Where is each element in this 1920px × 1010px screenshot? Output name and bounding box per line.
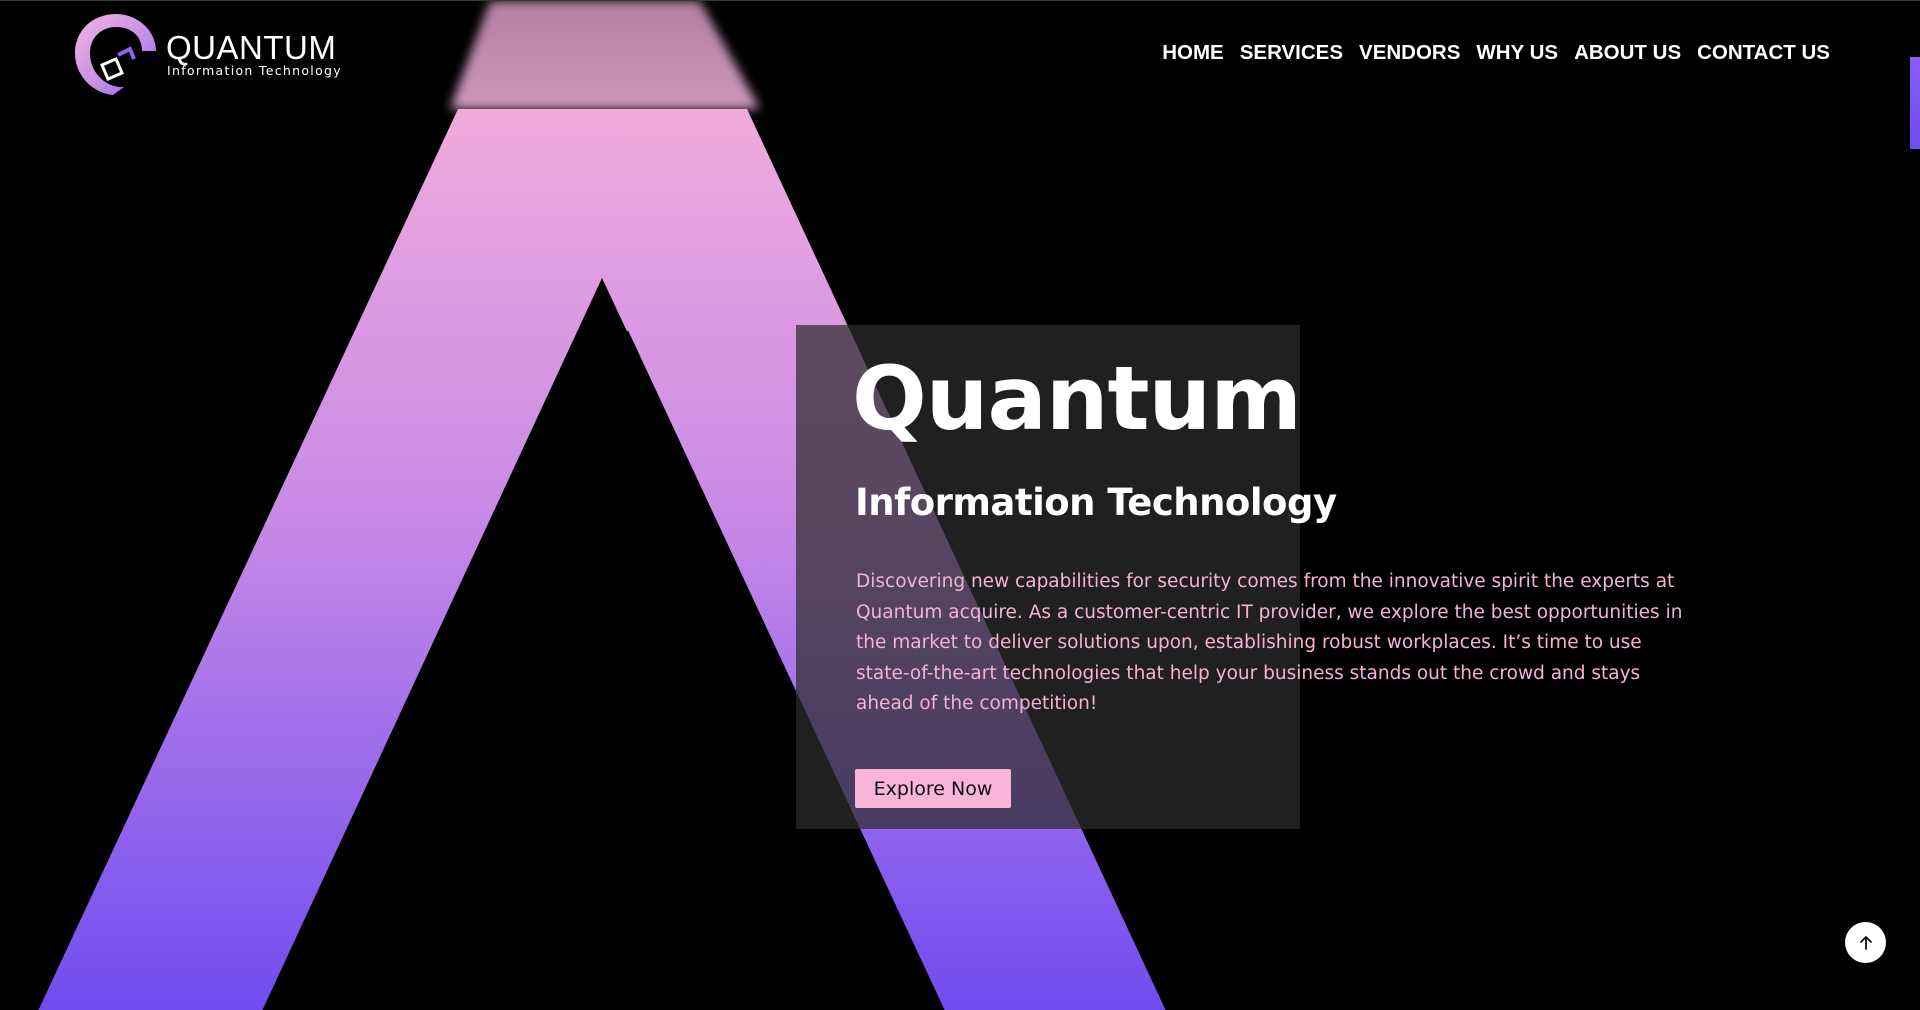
- brand-name: QUANTUM: [166, 29, 337, 66]
- nav-home[interactable]: HOME: [1162, 41, 1224, 65]
- nav-vendors[interactable]: VENDORS: [1359, 41, 1460, 65]
- spotlight-glow: [450, 1, 760, 109]
- explore-now-button[interactable]: Explore Now: [855, 769, 1011, 808]
- quantum-q-logo-icon: [75, 14, 156, 95]
- nav-about-us[interactable]: ABOUT US: [1574, 41, 1681, 65]
- hero-subtitle: Information Technology: [855, 481, 1337, 524]
- hero-title: Quantum: [852, 347, 1302, 450]
- brand-tagline: Information Technology: [167, 63, 342, 78]
- hero-description: Discovering new capabilities for securit…: [856, 571, 1683, 714]
- nav-services[interactable]: SERVICES: [1240, 41, 1343, 65]
- main-nav: HOME SERVICES VENDORS WHY US ABOUT US CO…: [1162, 41, 1830, 65]
- back-to-top-button[interactable]: [1845, 922, 1886, 963]
- nav-why-us[interactable]: WHY US: [1476, 41, 1558, 65]
- arrow-up-icon: [1859, 935, 1872, 950]
- nav-contact-us[interactable]: CONTACT US: [1697, 41, 1830, 65]
- page-scrollbar-thumb[interactable]: [1910, 57, 1920, 149]
- brand-logo[interactable]: QUANTUM Information Technology: [72, 11, 341, 97]
- page: QUANTUM Information Technology HOME SERV…: [0, 0, 1920, 1010]
